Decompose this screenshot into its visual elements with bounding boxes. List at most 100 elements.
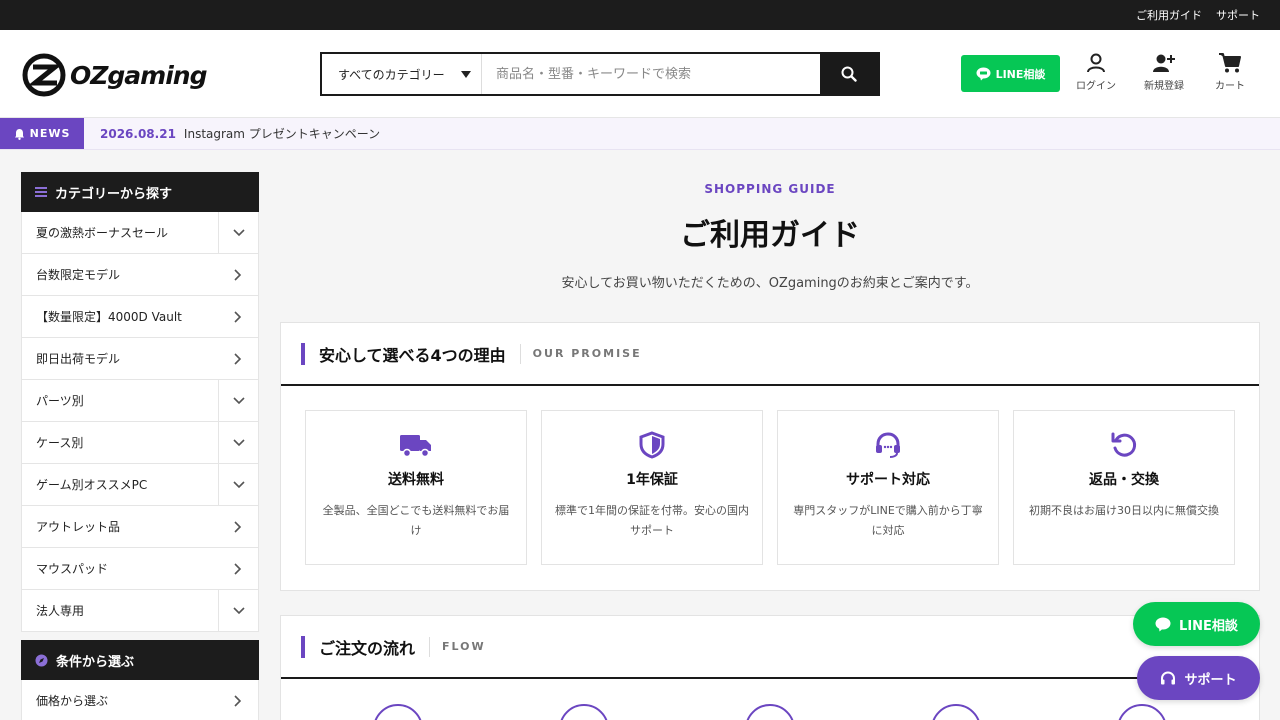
guide-subtitle: SHOPPING GUIDE [704,182,836,196]
condition-heading: 条件から選ぶ [21,640,259,680]
logo-text: OZgaming [70,60,207,90]
chevron-right-icon [218,338,258,379]
logo-mark-icon [22,53,66,97]
sidebar-item-corporate[interactable]: 法人専用 [21,590,259,632]
promise-card-title: 1年保証 [626,472,678,488]
chevron-right-icon [218,548,258,589]
sidebar-item-limited-models[interactable]: 台数限定モデル [21,254,259,296]
chevron-right-icon [218,254,258,295]
site-header: OZgaming すべてのカテゴリー LINE相談 ログイン [0,30,1280,118]
caret-down-icon [461,70,471,78]
user-plus-icon [1153,54,1175,72]
promise-card-desc: 標準で1年間の保証を付帯。安心の国内サポート [555,504,749,537]
promise-section: 安心して選べる4つの理由 OUR PROMISE 送料無料 全製品、全国どこでも… [280,322,1260,591]
menu-icon [35,187,47,197]
condition-heading-label: 条件から選ぶ [56,654,135,670]
top-utility-bar: ご利用ガイド サポート [0,0,1280,30]
chevron-down-icon[interactable] [218,464,258,505]
sidebar-item-outlet[interactable]: アウトレット品 [21,506,259,548]
cart-label: カート [1215,81,1245,92]
headset-icon [876,432,900,458]
news-tag: NEWS [0,118,84,149]
sidebar-item-mousepad[interactable]: マウスパッド [21,548,259,590]
main-content: SHOPPING GUIDE ご利用ガイド 安心してお買い物いただくための、OZ… [280,150,1260,720]
page-title: ご利用ガイド [680,218,860,253]
line-consult-label: LINE相談 [995,67,1046,81]
cart-link[interactable]: カート [1200,52,1260,92]
sidebar-item-game-pcs[interactable]: ゲーム別オススメPC [21,464,259,506]
sidebar-item-parts[interactable]: パーツ別 [21,380,259,422]
sidebar-item-label: パーツ別 [36,394,84,408]
news-headline[interactable]: Instagram プレゼントキャンペーン [184,125,380,142]
chevron-down-icon[interactable] [218,380,258,421]
news-date: 2026.08.21 [100,126,176,141]
line-chat-icon [976,67,991,80]
chevron-down-icon[interactable] [218,422,258,463]
shield-icon [639,431,665,459]
sidebar-item-label: アウトレット品 [36,520,121,534]
guide-link[interactable]: ご利用ガイド [1136,7,1202,23]
headset-icon [1161,670,1176,684]
sidebar-item-label: ゲーム別オススメPC [36,478,148,492]
promise-card-support: サポート対応 専門スタッフがLINEで購入前から丁寧に対応 [777,410,999,565]
promise-grid: 送料無料 全製品、全国どこでも送料無料でお届け 1年保証 標準で1年間の保証を付… [281,386,1259,589]
support-link[interactable]: サポート [1216,7,1260,23]
flow-title: ご注文の流れ [319,638,416,658]
sidebar-item-label: ケース別 [36,436,84,450]
line-consult-button[interactable]: LINE相談 [961,55,1060,92]
divider [429,636,431,657]
accent-bar [301,342,305,365]
category-sidebar: カテゴリーから探す 夏の激熱ボーナスセール 台数限定モデル 【数量限定】4000… [21,172,259,720]
register-label: 新規登録 [1144,81,1184,92]
chevron-down-icon[interactable] [218,590,258,631]
promise-en-label: OUR PROMISE [532,347,642,360]
sidebar-item-summer-sale[interactable]: 夏の激熱ボーナスセール [21,212,259,254]
register-link[interactable]: 新規登録 [1134,52,1194,92]
news-bar: NEWS 2026.08.21 Instagram プレゼントキャンペーン [0,118,1280,150]
chevron-right-icon [218,506,258,547]
floating-line-button[interactable]: LINE相談 [1133,602,1260,646]
category-heading: カテゴリーから探す [21,172,259,212]
sidebar-item-label: 台数限定モデル [36,268,121,282]
sidebar-item-price[interactable]: 価格から選ぶ [21,680,259,720]
category-select[interactable]: すべてのカテゴリー [322,54,482,94]
login-link[interactable]: ログイン [1066,52,1126,92]
divider [519,343,521,364]
flow-en-label: FLOW [442,640,486,653]
bell-icon [14,128,24,140]
sidebar-item-label: 【数量限定】4000D Vault [36,310,182,324]
promise-card-title: 返品・交換 [1089,472,1159,488]
search-input[interactable] [482,54,820,94]
login-label: ログイン [1076,81,1116,92]
user-icon [1087,53,1105,73]
sidebar-item-cases[interactable]: ケース別 [21,422,259,464]
guide-description: 安心してお買い物いただくための、OZgamingのお約束とご案内です。 [561,276,979,291]
compass-icon [35,654,48,666]
promise-card-returns: 返品・交換 初期不良はお届け30日以内に無償交換 [1013,410,1235,565]
sidebar-item-label: マウスパッド [36,562,109,576]
sidebar-item-label: 即日出荷モデル [36,352,121,366]
promise-card-desc: 専門スタッフがLINEで購入前から丁寧に対応 [793,504,983,537]
flow-header: ご注文の流れ FLOW [281,616,1259,679]
floating-support-button[interactable]: サポート [1137,656,1260,700]
floating-line-label: LINE相談 [1179,618,1238,634]
search-bar: すべてのカテゴリー [320,52,880,96]
sidebar-item-label: 法人専用 [36,604,85,618]
sidebar-item-label: 価格から選ぶ [36,694,109,708]
site-logo[interactable]: OZgaming [22,52,207,98]
news-tag-label: NEWS [29,127,71,140]
promise-card-desc: 全製品、全国どこでも送料無料でお届け [322,504,510,537]
accent-bar [301,635,305,658]
promise-card-desc: 初期不良はお届け30日以内に無償交換 [1029,504,1219,517]
promise-card-title: 送料無料 [388,472,444,488]
truck-icon [400,435,431,458]
return-icon [1111,432,1137,457]
promise-title: 安心して選べる4つの理由 [319,345,506,365]
sidebar-item-4000d-vault[interactable]: 【数量限定】4000D Vault [21,296,259,338]
sidebar-item-same-day[interactable]: 即日出荷モデル [21,338,259,380]
promise-card-title: サポート対応 [846,472,930,488]
promise-header: 安心して選べる4つの理由 OUR PROMISE [281,323,1259,386]
search-button[interactable] [820,54,878,94]
category-select-label: すべてのカテゴリー [338,67,445,82]
chevron-down-icon[interactable] [218,212,258,253]
